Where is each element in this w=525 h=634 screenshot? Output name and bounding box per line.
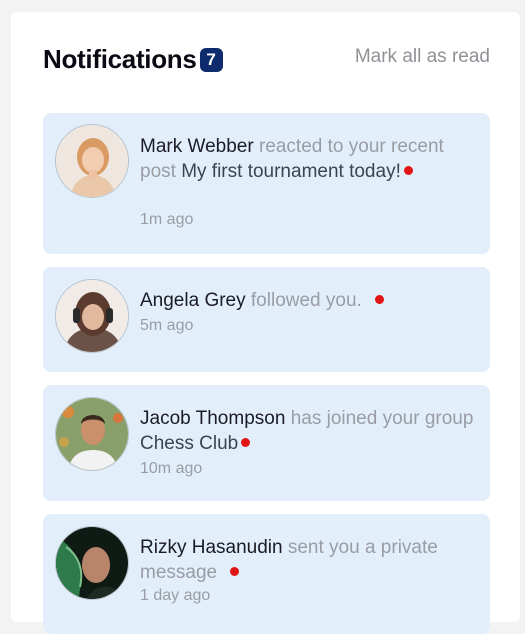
avatar-photo-icon: [56, 280, 128, 352]
notification-actor[interactable]: Jacob Thompson: [140, 408, 285, 429]
notification-time: 1 day ago: [140, 587, 211, 604]
avatar-photo-icon: [56, 527, 128, 599]
notifications-header: Notifications 7 Mark all as read: [43, 44, 490, 80]
notification-card[interactable]: Jacob Thompson has joined your group Che…: [43, 385, 490, 501]
unread-dot: [375, 295, 385, 304]
unread-dot: [241, 438, 251, 447]
notification-object[interactable]: My first tournament today!: [181, 161, 401, 182]
avatar[interactable]: [55, 526, 129, 600]
unread-dot: [230, 567, 240, 576]
notification-action: followed you.: [250, 290, 362, 311]
notification-text: Mark Webber reacted to your recent post …: [140, 134, 476, 184]
avatar[interactable]: [55, 397, 129, 471]
notifications-panel: Notifications 7 Mark all as read Mark Web…: [11, 12, 520, 634]
notification-time: 10m ago: [140, 460, 203, 477]
page-title: Notifications 7: [43, 44, 223, 75]
notification-card[interactable]: Angela Grey followed you. 5m ago: [43, 267, 490, 372]
notification-card[interactable]: Rizky Hasanudin sent you a private messa…: [43, 514, 490, 634]
notification-text: Rizky Hasanudin sent you a private messa…: [140, 535, 476, 585]
notification-action: has joined your group: [290, 408, 474, 429]
notification-time: 5m ago: [140, 317, 194, 334]
notification-actor[interactable]: Angela Grey: [140, 290, 246, 311]
notification-text: Angela Grey followed you.: [140, 288, 476, 313]
avatar-photo-icon: [56, 398, 128, 470]
unread-count-badge: 7: [199, 48, 223, 72]
notification-actor[interactable]: Mark Webber: [140, 136, 254, 157]
avatar-photo-icon: [56, 125, 128, 197]
notification-actor[interactable]: Rizky Hasanudin: [140, 537, 283, 558]
avatar[interactable]: [55, 124, 129, 198]
notification-text: Jacob Thompson has joined your group Che…: [140, 406, 476, 456]
notification-card[interactable]: Mark Webber reacted to your recent post …: [43, 113, 490, 254]
avatar[interactable]: [55, 279, 129, 353]
mark-all-read-button[interactable]: Mark all as read: [355, 46, 490, 68]
notification-object[interactable]: Chess Club: [140, 433, 238, 454]
title-text: Notifications: [43, 44, 197, 74]
unread-dot: [403, 166, 413, 175]
notification-time: 1m ago: [140, 211, 194, 228]
